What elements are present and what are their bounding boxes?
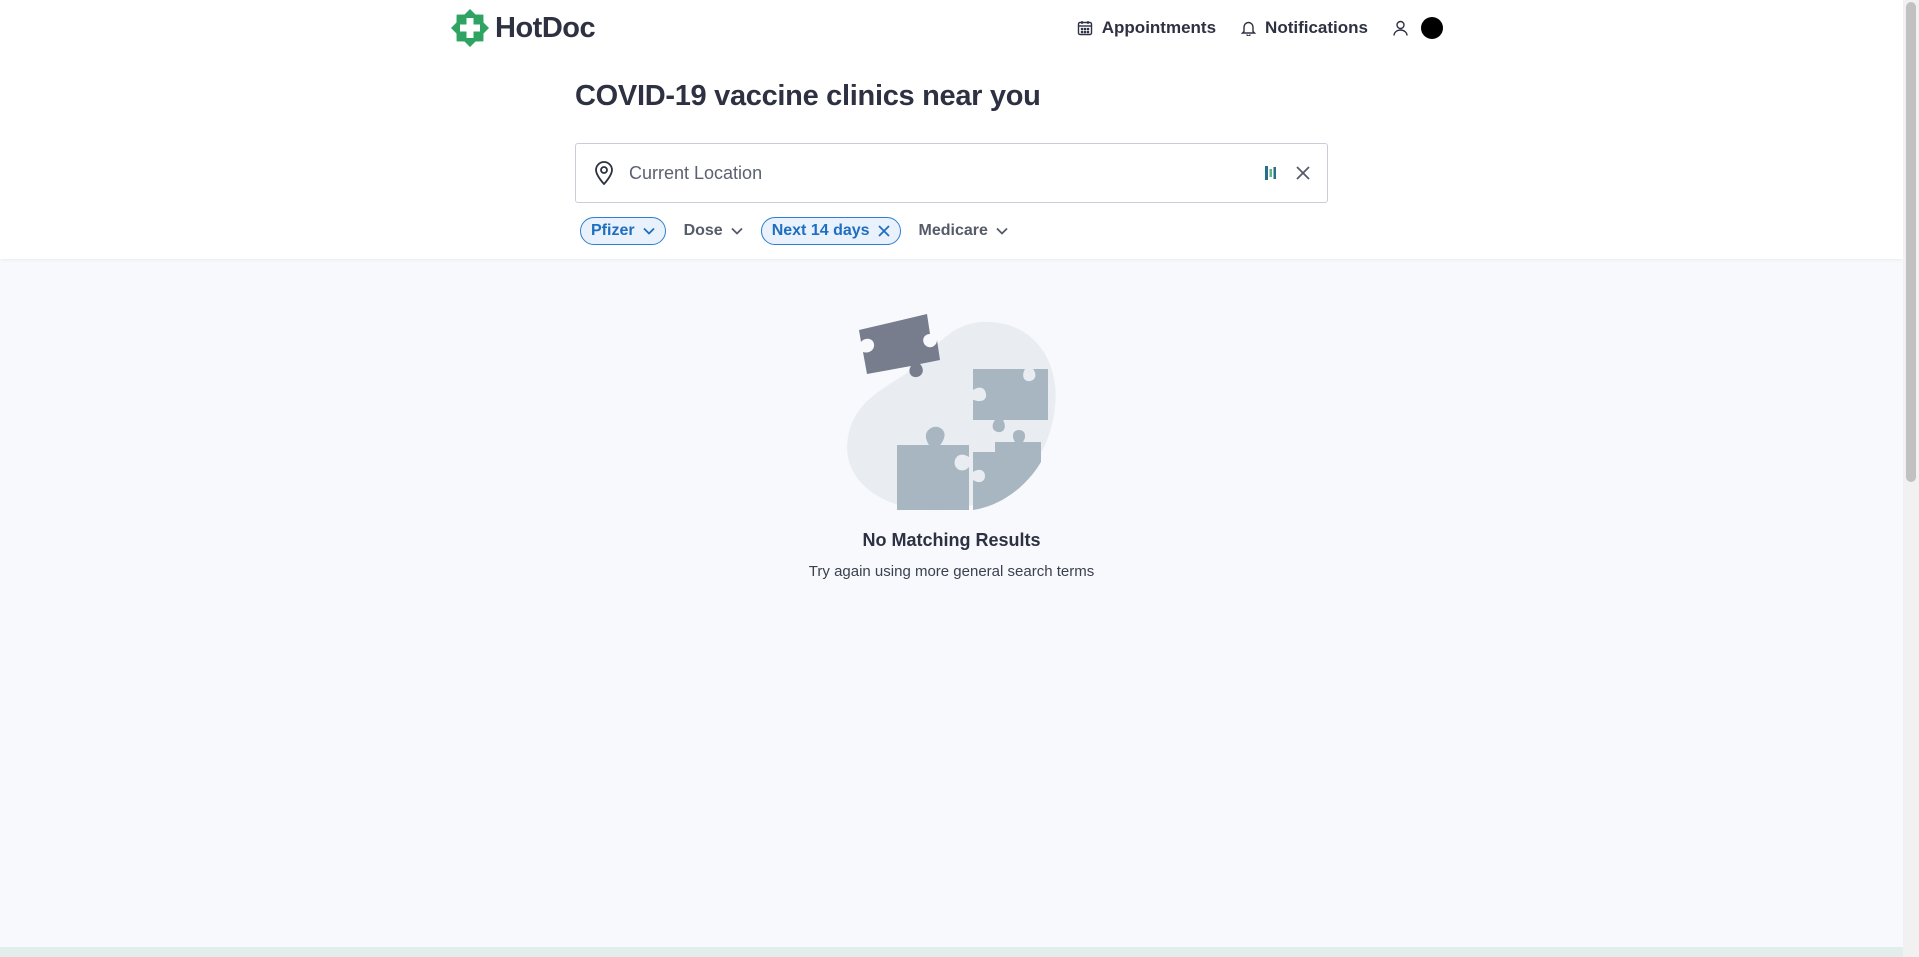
scrollbar-thumb[interactable]: [1906, 2, 1916, 482]
filter-label: Medicare: [918, 222, 988, 239]
close-icon[interactable]: [877, 225, 890, 237]
chevron-down-icon: [996, 227, 1008, 235]
nav-appointments[interactable]: Appointments: [1077, 18, 1216, 38]
filter-dose[interactable]: Dose: [673, 217, 754, 245]
filter-label: Next 14 days: [771, 222, 870, 239]
chevron-down-icon: [642, 227, 655, 235]
header-nav: Appointments Notifications: [1077, 17, 1443, 39]
filter-medicare[interactable]: Medicare: [908, 217, 1019, 245]
page-title: COVID-19 vaccine clinics near you: [575, 80, 1041, 112]
locate-icon[interactable]: [1265, 166, 1277, 180]
nav-appointments-label: Appointments: [1101, 18, 1217, 37]
location-search: [575, 143, 1328, 203]
user-menu[interactable]: [1393, 17, 1443, 39]
nav-notifications-label: Notifications: [1265, 18, 1368, 37]
medical-cross-icon: [451, 9, 489, 47]
bell-icon: [1241, 21, 1257, 36]
close-icon[interactable]: [1295, 165, 1311, 181]
puzzle-illustration: [847, 314, 1056, 511]
page-scrollbar[interactable]: [1903, 0, 1919, 957]
empty-state-subtitle: Try again using more general search term…: [808, 563, 1095, 580]
filter-date-range[interactable]: Next 14 days: [760, 217, 901, 245]
brand-name: HotDoc: [495, 11, 596, 44]
avatar: [1421, 17, 1443, 39]
filter-vaccine-brand[interactable]: Pfizer: [580, 217, 666, 245]
chevron-down-icon: [731, 227, 743, 235]
footer-edge: [0, 947, 1903, 957]
site-header: HotDoc Appointments Notifications: [451, 6, 1443, 50]
top-panel: HotDoc Appointments Notifications COVID-…: [0, 0, 1903, 259]
location-pin-icon: [595, 161, 613, 185]
user-icon: [1393, 20, 1408, 36]
location-input[interactable]: [629, 162, 1265, 184]
brand-logo[interactable]: HotDoc: [451, 9, 596, 47]
search-actions: [1265, 165, 1311, 181]
calendar-icon: [1077, 21, 1092, 36]
empty-state-title: No Matching Results: [862, 530, 1041, 550]
nav-notifications[interactable]: Notifications: [1241, 18, 1368, 38]
filter-bar: Pfizer Dose Next 14 days Medicare: [580, 217, 1019, 245]
filter-label: Pfizer: [591, 222, 635, 239]
filter-label: Dose: [683, 222, 723, 239]
